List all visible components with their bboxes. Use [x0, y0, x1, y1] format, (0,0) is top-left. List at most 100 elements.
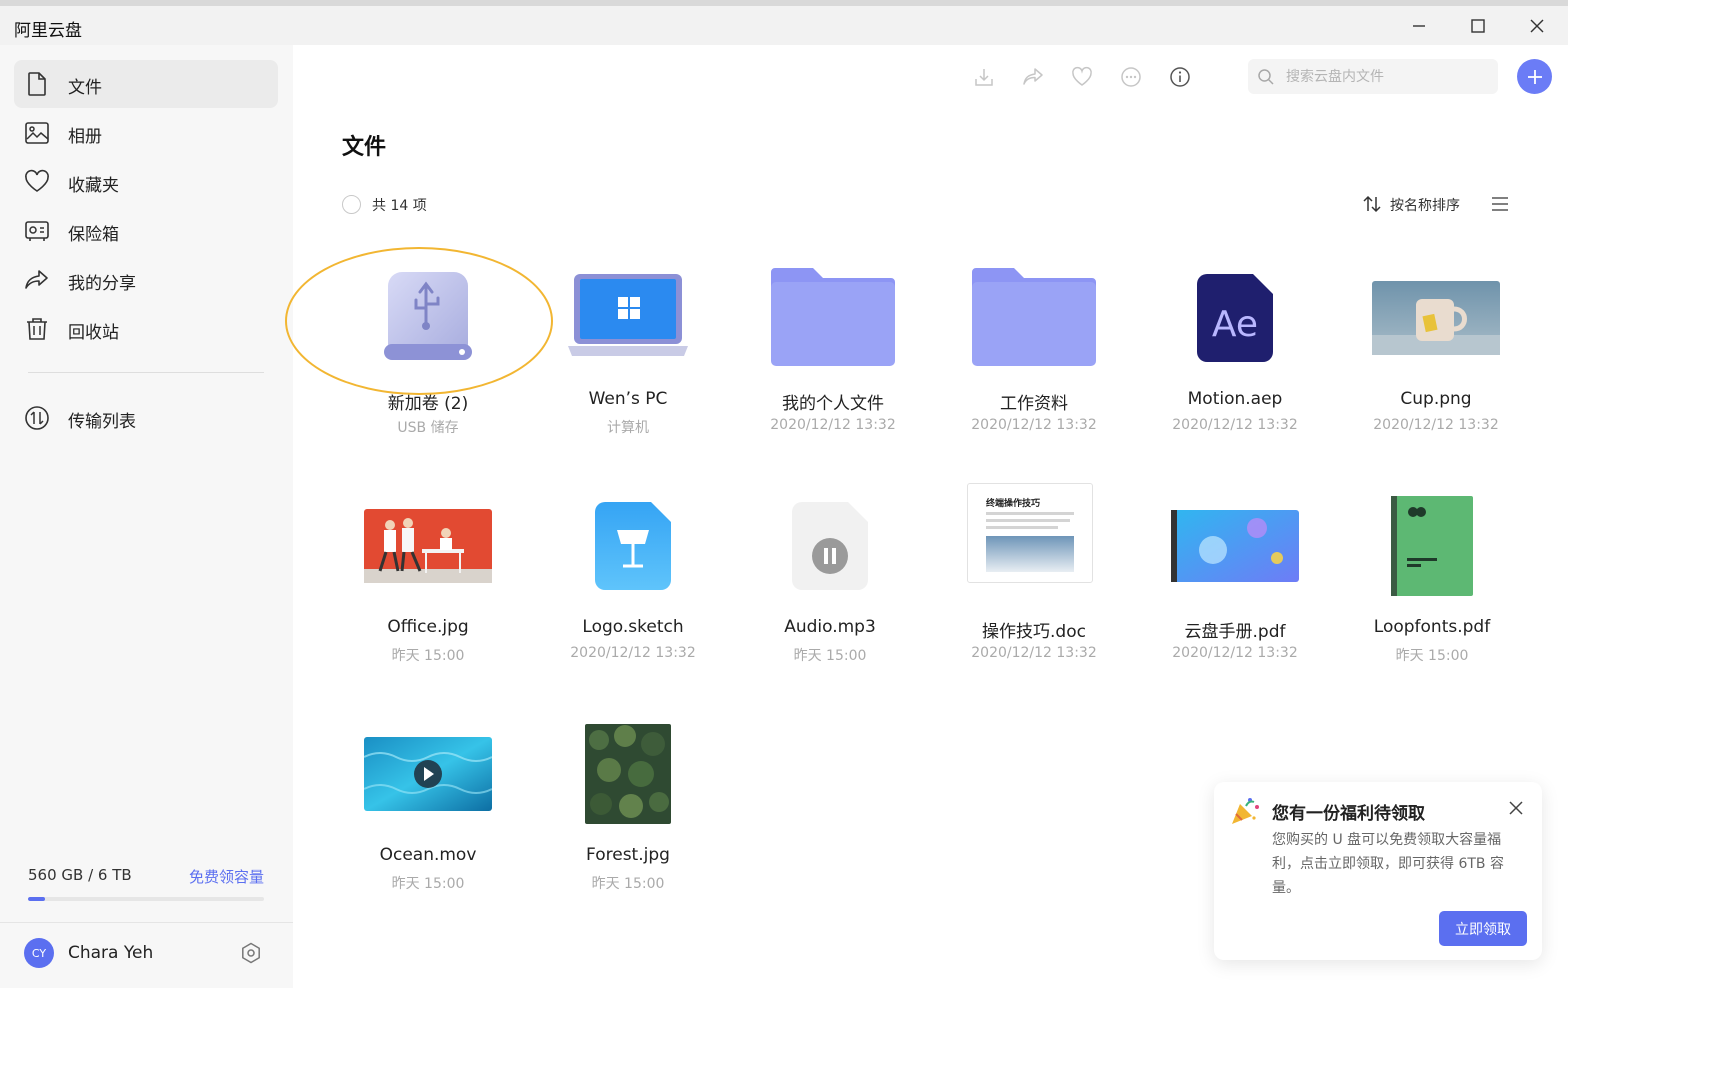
green-book-icon: [1332, 486, 1532, 606]
after-effects-icon: Ae: [1135, 258, 1335, 378]
select-all-checkbox[interactable]: [342, 195, 361, 214]
file-item[interactable]: Audio.mp3 昨天 15:00: [730, 486, 930, 686]
sidebar-item-album[interactable]: 相册: [14, 109, 278, 157]
file-item[interactable]: 终端操作技巧 操作技巧.doc 2020/12/12 13:32: [934, 483, 1134, 686]
trash-icon: [27, 318, 47, 340]
file-name: 我的个人文件: [782, 394, 884, 414]
file-meta: 2020/12/12 13:32: [770, 417, 896, 433]
doc-heading: 终端操作技巧: [986, 499, 1041, 509]
avatar[interactable]: CY: [24, 938, 54, 968]
free-storage-link[interactable]: 免费领容量: [189, 866, 264, 887]
file-name: Office.jpg: [387, 617, 469, 637]
file-meta: 昨天 15:00: [391, 648, 465, 664]
sidebar-item-label: 传输列表: [68, 412, 136, 432]
list-view-icon[interactable]: [1490, 196, 1510, 212]
file-meta: 昨天 15:00: [391, 876, 465, 892]
user-name: Chara Yeh: [68, 943, 154, 963]
after-effects-badge: Ae: [1212, 304, 1258, 345]
file-name: Loopfonts.pdf: [1373, 617, 1491, 637]
sidebar-item-favorites[interactable]: 收藏夹: [14, 158, 278, 206]
more-icon: [1121, 67, 1141, 87]
photo-album-icon: [25, 122, 49, 144]
file-item[interactable]: Loopfonts.pdf 昨天 15:00: [1332, 486, 1532, 686]
sidebar-item-transfers[interactable]: 传输列表: [14, 394, 278, 442]
toast-title: 您有一份福利待领取: [1272, 804, 1425, 824]
file-name: Cup.png: [1400, 389, 1472, 409]
file-name: Logo.sketch: [582, 617, 684, 637]
file-item[interactable]: 工作资料 2020/12/12 13:32: [934, 258, 1134, 458]
more-button[interactable]: [1118, 64, 1144, 90]
share-button[interactable]: [1020, 64, 1046, 90]
pdf-book-icon: [1135, 486, 1335, 606]
file-meta: 计算机: [607, 420, 649, 436]
sort-by-name-button[interactable]: 按名称排序: [1390, 195, 1460, 215]
close-icon: [1530, 19, 1544, 33]
add-button[interactable]: [1517, 59, 1552, 94]
file-item[interactable]: Forest.jpg 昨天 15:00: [528, 714, 728, 914]
party-popper-icon: [1232, 798, 1259, 824]
file-meta: USB 储存: [397, 420, 459, 436]
file-meta: 2020/12/12 13:32: [1172, 645, 1298, 661]
safe-icon: [25, 221, 49, 241]
toast-body: 您购买的 U 盘可以免费领取大容量福利，点击立即领取，即可获得 6TB 容量。: [1272, 832, 1504, 896]
close-icon[interactable]: [1508, 800, 1524, 816]
info-icon: [1170, 67, 1190, 87]
favorite-button[interactable]: [1069, 64, 1095, 90]
sidebar-item-label: 相册: [68, 127, 102, 147]
file-item[interactable]: Wen’s PC 计算机: [528, 258, 728, 458]
doc-icon: 终端操作技巧: [934, 483, 1134, 606]
file-item[interactable]: 我的个人文件 2020/12/12 13:32: [733, 258, 933, 458]
search-input[interactable]: [1284, 59, 1489, 94]
file-name: 云盘手册.pdf: [1184, 622, 1286, 642]
sidebar-item-trash[interactable]: 回收站: [14, 305, 278, 353]
file-name: Ocean.mov: [379, 845, 477, 865]
file-meta: 昨天 15:00: [793, 648, 867, 664]
sidebar-item-label: 回收站: [68, 323, 119, 343]
file-item[interactable]: Ae Motion.aep 2020/12/12 13:32: [1135, 258, 1335, 458]
file-icon: [28, 72, 46, 96]
file-item[interactable]: Office.jpg 昨天 15:00: [328, 486, 528, 686]
file-item[interactable]: Cup.png 2020/12/12 13:32: [1336, 258, 1536, 458]
folder-icon: [733, 258, 933, 378]
app-window: 阿里云盘 文件 相册 收藏夹 保险箱 我的分享 回收站 传输列表 560 GB …: [0, 0, 1568, 988]
sidebar-item-shares[interactable]: 我的分享: [14, 256, 278, 304]
file-meta: 2020/12/12 13:32: [971, 645, 1097, 661]
file-meta: 2020/12/12 13:32: [1172, 417, 1298, 433]
heart-icon: [25, 169, 49, 192]
download-button[interactable]: [971, 64, 997, 90]
sidebar-item-files[interactable]: 文件: [14, 60, 278, 108]
share-icon: [25, 270, 48, 289]
file-meta: 2020/12/12 13:32: [1373, 417, 1499, 433]
plus-icon: [1527, 69, 1542, 84]
sidebar-item-safe[interactable]: 保险箱: [14, 207, 278, 255]
file-item[interactable]: 新加卷 (2) USB 储存: [328, 258, 528, 458]
search-icon: [1258, 69, 1274, 85]
sidebar-item-label: 收藏夹: [68, 176, 119, 196]
item-count: 共 14 项: [372, 198, 427, 214]
search-box[interactable]: [1248, 59, 1498, 94]
file-meta: 昨天 15:00: [591, 876, 665, 892]
file-item[interactable]: 云盘手册.pdf 2020/12/12 13:32: [1135, 486, 1335, 686]
settings-icon[interactable]: [240, 942, 262, 964]
maximize-button[interactable]: [1458, 12, 1498, 40]
info-button[interactable]: [1167, 64, 1193, 90]
sort-icon[interactable]: [1362, 195, 1382, 213]
maximize-icon: [1471, 19, 1485, 33]
file-item[interactable]: Ocean.mov 昨天 15:00: [328, 714, 528, 914]
office-image-icon: [328, 486, 528, 606]
laptop-icon: [528, 258, 728, 378]
minimize-button[interactable]: [1399, 12, 1439, 40]
storage-bar-fill: [28, 897, 45, 901]
file-item[interactable]: Logo.sketch 2020/12/12 13:32: [533, 486, 733, 686]
forest-image-icon: [528, 714, 728, 834]
user-separator: [0, 922, 293, 923]
share-icon: [1023, 68, 1043, 85]
claim-button[interactable]: 立即领取: [1439, 911, 1527, 946]
transfer-icon: [25, 406, 49, 430]
file-name: 操作技巧.doc: [982, 622, 1086, 642]
file-name: Audio.mp3: [784, 617, 876, 637]
close-button[interactable]: [1517, 12, 1557, 40]
file-name: 新加卷 (2): [387, 394, 469, 414]
minimize-icon: [1413, 25, 1425, 27]
favorite-icon: [1072, 66, 1092, 86]
